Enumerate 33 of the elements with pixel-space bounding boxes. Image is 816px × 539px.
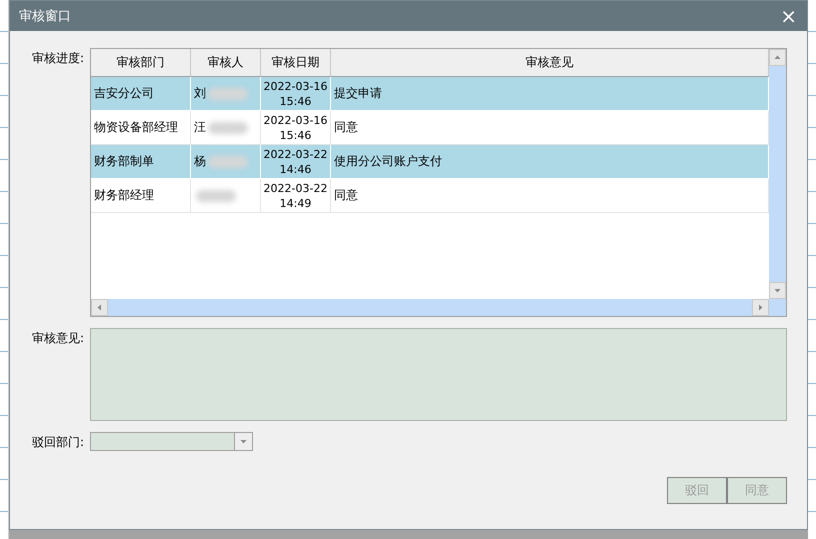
scrollbar-corner (769, 299, 786, 316)
dropdown-caret-icon (240, 438, 247, 445)
table-cell: 财务部经理 (90, 179, 191, 213)
window-title: 审核窗口 (18, 8, 71, 25)
scroll-right-icon (757, 304, 764, 311)
redaction-blur (196, 190, 236, 202)
table-cell: 2022-03-22 14:49 (260, 179, 331, 213)
field-label: 审核进度: (30, 50, 84, 67)
table-cell: 提交申请 (330, 77, 769, 111)
table-cell: 使用分公司账户支付 (330, 145, 769, 179)
horizontal-scrollbar[interactable] (90, 299, 769, 316)
field-label: 审核意见: (30, 330, 84, 347)
column-header[interactable]: 审核意见 (330, 49, 769, 77)
redaction-blur (208, 122, 248, 134)
close-button[interactable]: × (780, 6, 797, 26)
column-header[interactable]: 审核日期 (260, 49, 331, 77)
table-cell: 刘 (194, 85, 206, 102)
field-label: 驳回部门: (30, 434, 84, 451)
scroll-up-icon (774, 54, 781, 61)
table-cell: 同意 (330, 179, 769, 213)
vertical-scrollbar[interactable] (769, 49, 786, 299)
table-cell: 汪 (194, 119, 206, 136)
column-header[interactable]: 审核人 (190, 49, 261, 77)
table-cell: 杨 (194, 153, 206, 170)
table-cell: 财务部制单 (90, 145, 191, 179)
scroll-left-icon (96, 304, 103, 311)
column-header[interactable]: 审核部门 (90, 49, 191, 77)
redaction-blur (208, 88, 248, 100)
redaction-blur (208, 156, 248, 168)
table-cell: 2022-03-22 14:46 (260, 145, 331, 179)
table-cell: 2022-03-16 15:46 (260, 77, 331, 111)
table-cell: 吉安分公司 (90, 77, 191, 111)
scroll-down-icon (774, 287, 781, 294)
